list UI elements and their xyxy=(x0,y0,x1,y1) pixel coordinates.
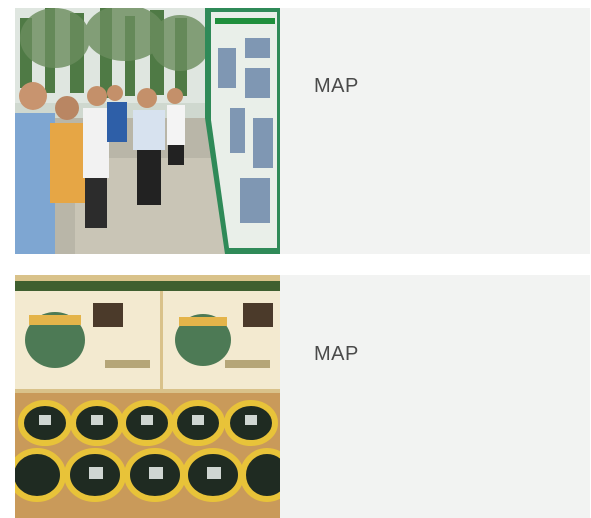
outdoor-inspection-photo xyxy=(15,8,280,254)
melon-boxes-photo xyxy=(15,275,280,518)
list-item[interactable]: MAP xyxy=(15,275,590,518)
list-item[interactable]: MAP xyxy=(15,8,590,254)
thumbnail-image[interactable] xyxy=(15,8,280,254)
thumbnail-image[interactable] xyxy=(15,275,280,518)
item-caption: MAP xyxy=(314,343,359,365)
item-caption: MAP xyxy=(314,75,359,97)
